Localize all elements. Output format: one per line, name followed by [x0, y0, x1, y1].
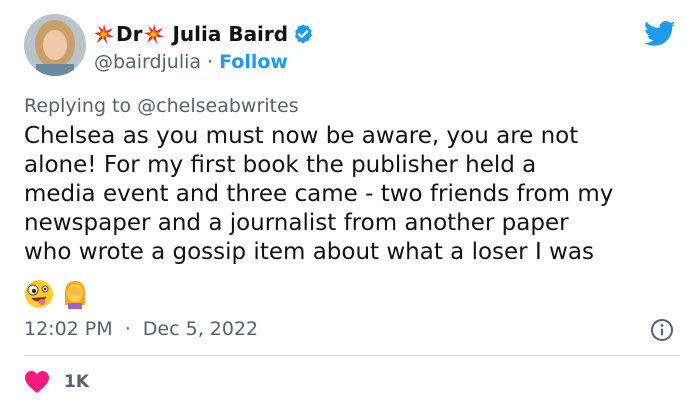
timestamp[interactable]: 12:02 PM · Dec 5, 2022 — [24, 318, 258, 340]
zany-face-icon — [25, 280, 53, 308]
author-name[interactable]: Dr Julia Baird — [94, 20, 314, 48]
name-last: Julia Baird — [172, 22, 289, 46]
tweet-card: Dr Julia Baird @bairdjulia · Follow Repl… — [0, 0, 700, 410]
tweet-time: 12:02 PM — [24, 318, 113, 340]
info-icon[interactable] — [650, 318, 674, 342]
follow-button[interactable]: Follow — [219, 51, 288, 73]
tweet-line: who wrote a gossip item about what a los… — [24, 239, 594, 265]
collision-icon — [94, 24, 114, 44]
heart-icon[interactable] — [24, 370, 50, 394]
collision-icon — [144, 24, 165, 44]
separator: · — [207, 51, 214, 73]
separator: · — [124, 318, 131, 340]
verified-badge-icon — [294, 24, 313, 44]
tweet-line: alone! For my first book the publisher h… — [24, 152, 537, 178]
twitter-bird-icon[interactable] — [644, 20, 676, 48]
like-action[interactable]: 1K — [24, 370, 89, 394]
woman-facepalming-icon — [65, 281, 85, 309]
tweet-date: Dec 5, 2022 — [142, 318, 259, 340]
handle-row: @bairdjulia · Follow — [94, 50, 288, 74]
tweet-line: newspaper and a journalist from another … — [24, 210, 569, 236]
tweet-line: media event and three came - two friends… — [24, 181, 614, 207]
emoji-row — [24, 279, 90, 309]
replying-to-label: Replying to — [24, 95, 132, 117]
divider — [24, 355, 680, 356]
tweet-text: Chelsea as you must now be aware, you ar… — [24, 122, 684, 267]
like-count: 1K — [64, 372, 90, 392]
name-prefix: Dr — [116, 22, 143, 46]
reply-mention-link[interactable]: @chelseabwrites — [137, 95, 298, 117]
replying-to: Replying to @chelseabwrites — [24, 95, 299, 117]
author-handle[interactable]: @bairdjulia — [94, 51, 201, 73]
tweet-line: Chelsea as you must now be aware, you ar… — [24, 123, 579, 149]
avatar[interactable] — [24, 14, 86, 76]
